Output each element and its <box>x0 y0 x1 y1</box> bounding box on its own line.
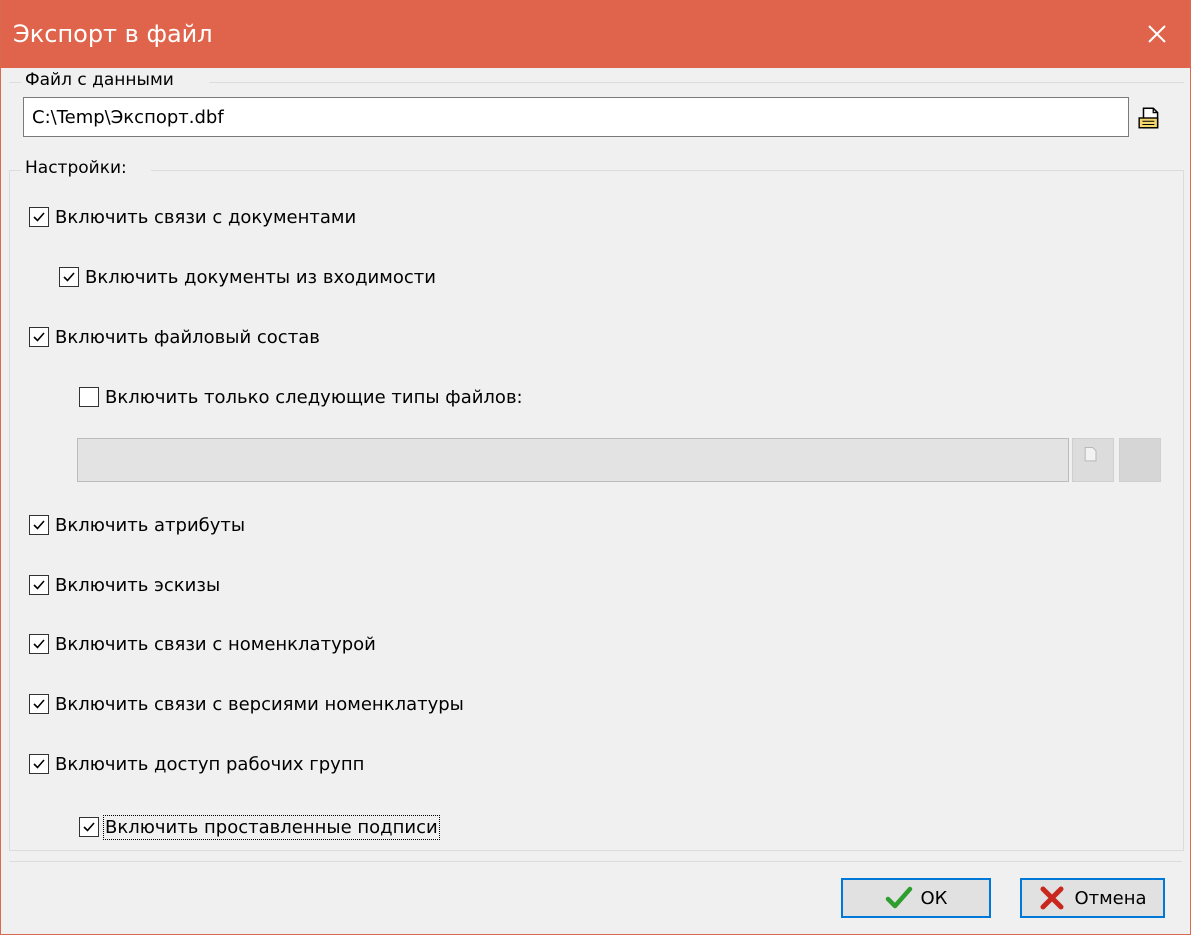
include-sketches-option[interactable]: Включить эскизы <box>29 573 220 597</box>
open-file-icon <box>1084 447 1097 462</box>
include-attributes-option[interactable]: Включить атрибуты <box>29 513 245 537</box>
option-label: Включить файловый состав <box>55 326 320 348</box>
checkbox[interactable] <box>59 267 79 287</box>
title-bar: Экспорт в файл <box>1 0 1190 68</box>
check-mark-icon <box>33 580 45 590</box>
footer-separator <box>9 861 1182 862</box>
file-types-input[interactable] <box>77 438 1069 482</box>
checkmark-icon <box>885 886 912 909</box>
ok-button-label: ОК <box>920 887 948 909</box>
include-file-composition-option[interactable]: Включить файловый состав <box>29 325 320 349</box>
close-button[interactable] <box>1124 0 1190 68</box>
file-path-input[interactable] <box>23 97 1129 137</box>
close-icon <box>1148 25 1166 43</box>
cancel-button-label: Отмена <box>1074 887 1147 909</box>
file-types-clear-button[interactable] <box>1119 438 1161 482</box>
check-mark-icon <box>63 272 75 282</box>
checkbox[interactable] <box>29 575 49 595</box>
include-nomenclature-versions-option[interactable]: Включить связи с версиями номенклатуры <box>29 692 464 716</box>
check-mark-icon <box>33 332 45 342</box>
open-file-icon <box>1138 106 1159 129</box>
checkbox[interactable] <box>29 515 49 535</box>
file-group-border <box>9 82 21 83</box>
settings-group-border <box>1183 170 1184 850</box>
check-mark-icon <box>33 212 45 222</box>
browse-file-button[interactable] <box>1133 100 1167 135</box>
ok-button[interactable]: ОК <box>841 878 991 918</box>
check-mark-icon <box>33 520 45 530</box>
option-label: Включить атрибуты <box>55 514 246 536</box>
check-mark-icon <box>33 699 45 709</box>
option-label: Включить документы из входимости <box>85 266 436 288</box>
checkbox[interactable] <box>79 387 99 407</box>
settings-group-label: Настройки: <box>25 158 127 178</box>
checkbox[interactable] <box>29 634 49 654</box>
window-title: Экспорт в файл <box>13 20 213 48</box>
option-label: Включить доступ рабочих групп <box>55 753 365 775</box>
export-dialog: Экспорт в файл Файл с данными Настройки:… <box>0 0 1191 935</box>
option-label: Включить эскизы <box>55 574 221 596</box>
settings-group-border <box>151 170 1184 171</box>
option-label: Включить только следующие типы файлов: <box>105 386 523 408</box>
option-label: Включить связи с номенклатурой <box>55 633 376 655</box>
check-mark-icon <box>33 639 45 649</box>
file-types-select-button[interactable] <box>1072 438 1114 482</box>
include-workgroup-access-option[interactable]: Включить доступ рабочих групп <box>29 752 364 776</box>
cancel-button[interactable]: Отмена <box>1020 878 1165 918</box>
settings-group-border <box>9 850 1184 851</box>
cross-icon <box>1040 886 1064 910</box>
settings-group-border <box>9 170 21 171</box>
settings-group-border <box>9 170 10 850</box>
check-mark-icon <box>33 759 45 769</box>
checkbox[interactable] <box>29 694 49 714</box>
include-signatures-option[interactable]: Включить проставленные подписи <box>79 814 440 840</box>
checkbox[interactable] <box>79 817 99 837</box>
option-label: Включить проставленные подписи <box>103 814 440 840</box>
file-group-border <box>209 82 1184 83</box>
check-mark-icon <box>83 822 95 832</box>
option-label: Включить связи с версиями номенклатуры <box>55 693 464 715</box>
include-only-file-types-option[interactable]: Включить только следующие типы файлов: <box>79 385 523 409</box>
file-group-label: Файл с данными <box>25 70 174 90</box>
include-occurrence-documents-option[interactable]: Включить документы из входимости <box>59 265 436 289</box>
option-label: Включить связи с документами <box>55 206 357 228</box>
checkbox[interactable] <box>29 754 49 774</box>
checkbox[interactable] <box>29 207 49 227</box>
checkbox[interactable] <box>29 327 49 347</box>
include-document-links-option[interactable]: Включить связи с документами <box>29 205 356 229</box>
include-nomenclature-links-option[interactable]: Включить связи с номенклатурой <box>29 632 376 656</box>
